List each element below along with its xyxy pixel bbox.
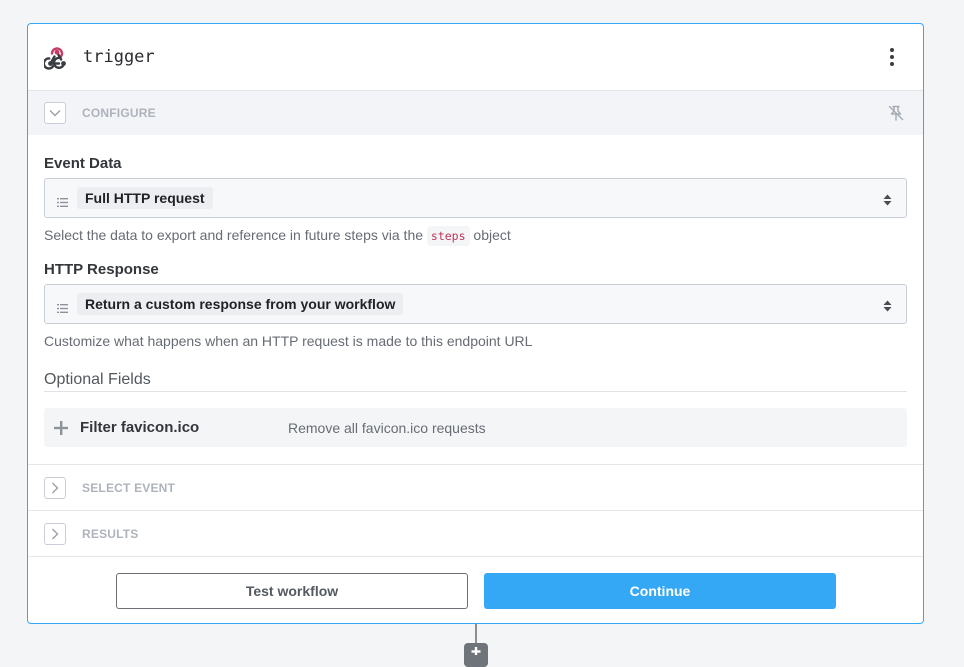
optional-field-name: Filter favicon.ico [80,419,200,436]
chevron-right-icon[interactable] [44,522,66,545]
event-data-help: Select the data to export and reference … [44,226,907,246]
more-options-icon[interactable] [887,48,897,66]
steps-code: steps [426,226,470,246]
http-response-select[interactable]: Return a custom response from your workf… [44,284,907,324]
http-response-help: Customize what happens when an HTTP requ… [44,333,533,349]
continue-button[interactable]: Continue [484,573,836,609]
http-response-label: HTTP Response [44,261,159,278]
trigger-step-card: trigger CONFIGURE Event Data Full HTTP r… [27,23,924,624]
event-data-label: Event Data [44,155,122,172]
optional-fields-title: Optional Fields [44,371,907,392]
step-header: trigger [28,24,923,90]
select-event-section-toggle[interactable]: SELECT EVENT [28,464,923,510]
select-event-label: SELECT EVENT [82,480,176,495]
add-step-button[interactable] [464,643,488,667]
results-section-toggle[interactable]: RESULTS [28,510,923,556]
configure-section-toggle[interactable]: CONFIGURE [28,90,923,135]
plus-icon [471,647,481,655]
plus-icon[interactable] [54,420,68,435]
select-arrows-icon [883,193,892,206]
test-workflow-button[interactable]: Test workflow [116,573,468,609]
optional-field-description: Remove all favicon.ico requests [288,419,486,436]
event-data-select[interactable]: Full HTTP request [44,178,907,218]
step-footer: Test workflow Continue [28,556,923,623]
step-title: trigger [83,47,155,67]
chevron-down-icon[interactable] [44,102,66,124]
unpin-icon[interactable] [887,104,905,122]
list-icon [57,194,68,207]
results-label: RESULTS [82,526,139,541]
configure-label: CONFIGURE [82,106,156,120]
list-icon [57,300,68,313]
chevron-right-icon[interactable] [44,476,66,499]
configure-body: Event Data Full HTTP request Select the … [28,155,923,447]
optional-field-filter-favicon[interactable]: Filter favicon.ico Remove all favicon.ic… [44,408,907,447]
event-data-value: Full HTTP request [77,187,213,209]
webhook-icon [42,44,70,70]
select-arrows-icon [883,299,892,312]
http-response-value: Return a custom response from your workf… [77,293,404,315]
